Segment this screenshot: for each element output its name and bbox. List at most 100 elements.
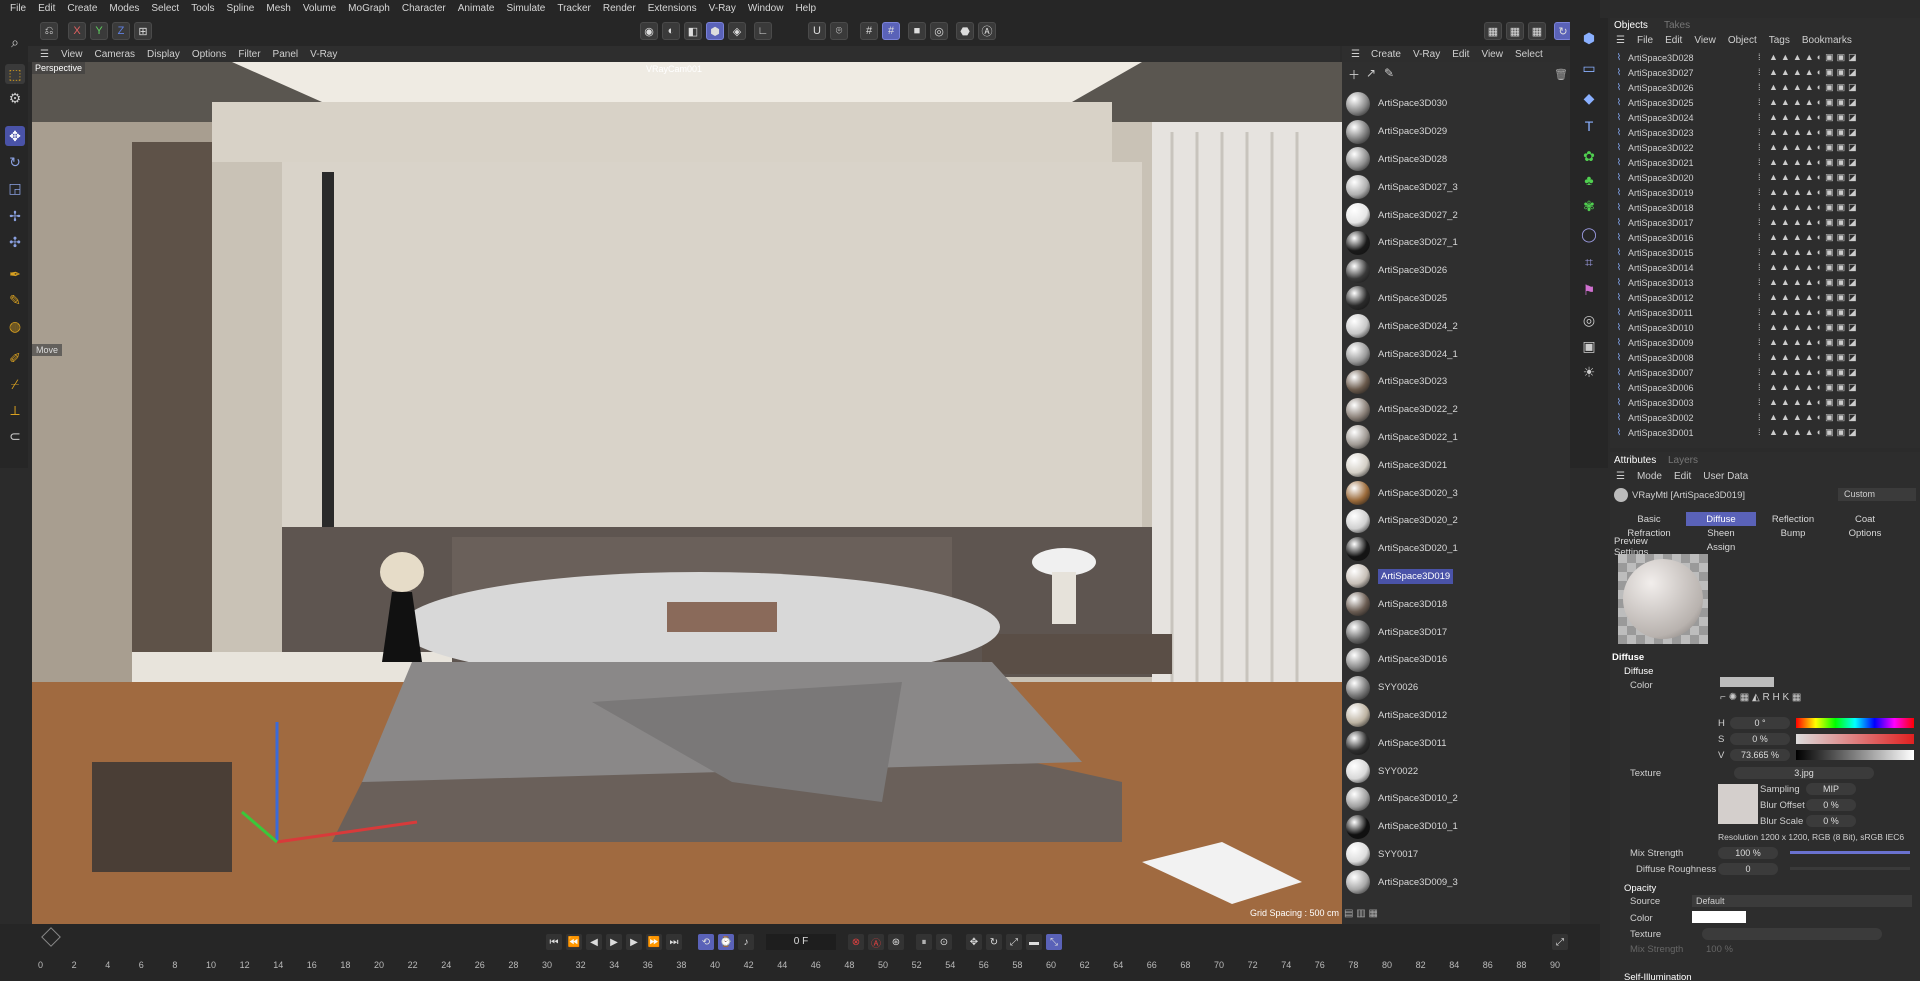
mix-strength-slider[interactable] (1790, 851, 1910, 854)
object-row[interactable]: ⌇ ArtiSpace3D001 ⁞ ▲▲▲▲◐▣▣◪ (1610, 425, 1920, 440)
material-item[interactable]: ArtiSpace3D028 (1342, 146, 1570, 174)
objects-menu-object[interactable]: Object (1722, 35, 1763, 46)
object-tags-icons[interactable]: ⁞ ▲▲▲▲◐▣▣◪ (1758, 292, 1860, 303)
object-tags-icons[interactable]: ⁞ ▲▲▲▲◐▣▣◪ (1758, 262, 1860, 273)
current-frame-field[interactable]: 0 F (766, 934, 836, 950)
viewport-menu-display[interactable]: Display (141, 49, 186, 60)
uv-mode-icon[interactable]: ◈ (728, 22, 746, 40)
render-settings-icon[interactable]: ⬣ (956, 22, 974, 40)
menu-modes[interactable]: Modes (103, 0, 145, 18)
object-row[interactable]: ⌇ ArtiSpace3D018 ⁞ ▲▲▲▲◐▣▣◪ (1610, 200, 1920, 215)
material-item[interactable]: ArtiSpace3D024_2 (1342, 312, 1570, 340)
viewport-menu-panel[interactable]: Panel (267, 49, 305, 60)
rotate-icon[interactable]: ↻ (5, 152, 25, 172)
axis-y-button[interactable]: Y (90, 22, 108, 40)
material-item[interactable]: ArtiSpace3D012 (1342, 702, 1570, 730)
keyframe-icon[interactable] (41, 927, 61, 947)
tab-diffuse[interactable]: Diffuse (1686, 512, 1756, 526)
material-item[interactable]: ArtiSpace3D020_3 (1342, 479, 1570, 507)
attributes-menu-user-data[interactable]: User Data (1697, 471, 1754, 482)
tab-options[interactable]: Options (1830, 526, 1900, 540)
settings-icon[interactable]: ⚙ (5, 88, 25, 108)
viewport-menu-v-ray[interactable]: V-Ray (304, 49, 343, 60)
object-tags-icons[interactable]: ⁞ ▲▲▲▲◐▣▣◪ (1758, 337, 1860, 348)
object-row[interactable]: ⌇ ArtiSpace3D026 ⁞ ▲▲▲▲◐▣▣◪ (1610, 80, 1920, 95)
objects-menu-tags[interactable]: Tags (1763, 35, 1796, 46)
material-item[interactable]: ArtiSpace3D010_2 (1342, 785, 1570, 813)
material-item[interactable]: ArtiSpace3D020_2 (1342, 507, 1570, 535)
go-to-end-icon[interactable]: ⏭ (666, 934, 682, 950)
material-menu-v-ray[interactable]: V-Ray (1407, 49, 1446, 60)
menu-tools[interactable]: Tools (185, 0, 220, 18)
material-menu-view[interactable]: View (1475, 49, 1509, 60)
object-row[interactable]: ⌇ ArtiSpace3D008 ⁞ ▲▲▲▲◐▣▣◪ (1610, 350, 1920, 365)
menu-edit[interactable]: Edit (32, 0, 61, 18)
object-row[interactable]: ⌇ ArtiSpace3D010 ⁞ ▲▲▲▲◐▣▣◪ (1610, 320, 1920, 335)
objects-menu-edit[interactable]: Edit (1659, 35, 1688, 46)
value-field[interactable]: 73.665 % (1730, 749, 1790, 761)
material-item[interactable]: SYY0017 (1342, 841, 1570, 869)
material-item[interactable]: ArtiSpace3D030 (1342, 90, 1570, 118)
opacity-group[interactable]: Opacity (1624, 883, 1656, 894)
volume-icon[interactable]: ⌗ (1579, 252, 1599, 272)
environment-icon[interactable]: ◎ (1579, 310, 1599, 330)
tab-reflection[interactable]: Reflection (1758, 512, 1828, 526)
object-tags-icons[interactable]: ⁞ ▲▲▲▲◐▣▣◪ (1758, 172, 1860, 183)
material-item[interactable]: SYY0026 (1342, 674, 1570, 702)
search-icon[interactable]: ⌕ (5, 32, 25, 52)
hue-slider[interactable] (1796, 718, 1914, 728)
object-tags-icons[interactable]: ⁞ ▲▲▲▲◐▣▣◪ (1758, 307, 1860, 318)
material-item[interactable]: ArtiSpace3D026 (1342, 257, 1570, 285)
object-tags-icons[interactable]: ⁞ ▲▲▲▲◐▣▣◪ (1758, 217, 1860, 228)
object-tags-icons[interactable]: ⁞ ▲▲▲▲◐▣▣◪ (1758, 112, 1860, 123)
menu-select[interactable]: Select (145, 0, 185, 18)
object-tags-icons[interactable]: ⁞ ▲▲▲▲◐▣▣◪ (1758, 367, 1860, 378)
material-item[interactable]: ArtiSpace3D024_1 (1342, 340, 1570, 368)
tab-takes[interactable]: Takes (1664, 20, 1690, 31)
point-level-icon[interactable]: ⤡ (1046, 934, 1062, 950)
pivot-icon[interactable]: ✣ (5, 232, 25, 252)
material-item[interactable]: ArtiSpace3D009_3 (1342, 868, 1570, 896)
sampling-dropdown[interactable]: MIP (1806, 783, 1856, 795)
trash-icon[interactable]: 🗑 (1554, 68, 1568, 81)
material-item[interactable]: ArtiSpace3D010_1 (1342, 813, 1570, 841)
go-to-start-icon[interactable]: ⏮ (546, 934, 562, 950)
record-icon[interactable]: ⊗ (848, 934, 864, 950)
material-item[interactable]: ArtiSpace3D019 (1342, 563, 1570, 591)
material-item[interactable]: SYY0022 (1342, 757, 1570, 785)
object-tags-icons[interactable]: ⁞ ▲▲▲▲◐▣▣◪ (1758, 247, 1860, 258)
timeline-ruler[interactable]: 0 2 4 6 8 10 12 14 16 18 20 22 24 26 28 30 32 34 36 38 40 42 4… (38, 952, 1570, 981)
viewport-perspective[interactable]: Perspective VRayCam001 Move Grid Spacing… (32, 62, 1342, 924)
object-tags-icons[interactable]: ⁞ ▲▲▲▲◐▣▣◪ (1758, 97, 1860, 108)
opacity-texture-field[interactable] (1702, 928, 1882, 940)
object-tags-icons[interactable]: ⁞ ▲▲▲▲◐▣▣◪ (1758, 352, 1860, 363)
snap-settings-icon[interactable]: ⌾ (830, 22, 848, 40)
rectangle-spline-icon[interactable]: ▭ (1579, 58, 1599, 78)
tab-coat[interactable]: Coat (1830, 512, 1900, 526)
grid-icon[interactable]: # (860, 22, 878, 40)
menu-mograph[interactable]: MoGraph (342, 0, 396, 18)
motion-record-icon[interactable]: ⏸ (916, 934, 932, 950)
list-view-icon[interactable]: ▤ ▥ ▦ (1344, 908, 1378, 919)
objects-menu-icon[interactable]: ☰ (1610, 35, 1631, 46)
camera-icon[interactable]: ▣ (1579, 336, 1599, 356)
tab-attributes[interactable]: Attributes (1614, 455, 1656, 466)
object-row[interactable]: ⌇ ArtiSpace3D006 ⁞ ▲▲▲▲◐▣▣◪ (1610, 380, 1920, 395)
eyedropper-icon[interactable]: ✎ (1384, 66, 1394, 80)
objects-menu-file[interactable]: File (1631, 35, 1659, 46)
position-key-icon[interactable]: ✥ (966, 934, 982, 950)
object-tags-icons[interactable]: ⁞ ▲▲▲▲◐▣▣◪ (1758, 322, 1860, 333)
mograph-icon[interactable]: ♣ (1579, 170, 1599, 190)
object-row[interactable]: ⌇ ArtiSpace3D019 ⁞ ▲▲▲▲◐▣▣◪ (1610, 185, 1920, 200)
object-row[interactable]: ⌇ ArtiSpace3D021 ⁞ ▲▲▲▲◐▣▣◪ (1610, 155, 1920, 170)
sound-icon[interactable]: ♪ (738, 934, 754, 950)
fps-icon[interactable]: ⌚ (718, 934, 734, 950)
viewport-name-label[interactable]: Perspective (32, 62, 86, 74)
menu-volume[interactable]: Volume (297, 0, 342, 18)
arrow-icon[interactable]: ↗ (1366, 66, 1376, 80)
menu-mesh[interactable]: Mesh (260, 0, 296, 18)
tab-layers[interactable]: Layers (1668, 455, 1698, 466)
viewport-menu-filter[interactable]: Filter (232, 49, 266, 60)
menu-extensions[interactable]: Extensions (642, 0, 703, 18)
menu-window[interactable]: Window (742, 0, 790, 18)
